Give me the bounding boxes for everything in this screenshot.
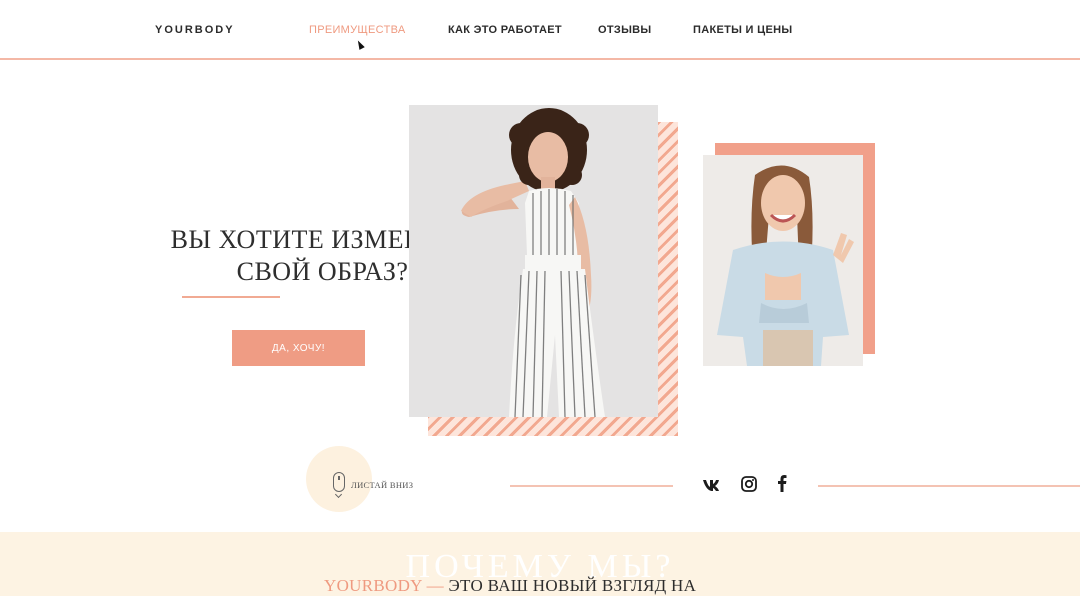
facebook-icon[interactable] — [777, 474, 787, 492]
nav-item-packages-prices[interactable]: ПАКЕТЫ И ЦЕНЫ — [693, 24, 792, 36]
decorative-line-left — [510, 485, 673, 487]
nav-item-how-it-works[interactable]: КАК ЭТО РАБОТАЕТ — [448, 24, 562, 36]
hero-divider — [182, 296, 280, 298]
brand-logo[interactable]: YOURBODY — [155, 24, 235, 36]
scroll-down-label[interactable]: ЛИСТАЙ ВНИЗ — [351, 480, 413, 490]
section-tagline-text: ЭТО ВАШ НОВЫЙ ВЗГЛЯД НА — [448, 576, 697, 595]
section-brand-text: YOURBODY — — [324, 576, 444, 595]
section-intro: YOURBODY — ЭТО ВАШ НОВЫЙ ВЗГЛЯД НА — [324, 576, 696, 596]
top-navigation-bar: YOURBODY ПРЕИМУЩЕСТВА КАК ЭТО РАБОТАЕТ О… — [0, 0, 1080, 60]
instagram-icon[interactable] — [741, 476, 757, 492]
why-us-section: ПОЧЕМУ МЫ? YOURBODY — ЭТО ВАШ НОВЫЙ ВЗГЛ… — [0, 532, 1080, 596]
nav-item-reviews[interactable]: ОТЗЫВЫ — [598, 24, 651, 36]
nav-item-advantages[interactable]: ПРЕИМУЩЕСТВА — [309, 24, 406, 36]
decorative-line-right — [818, 485, 1080, 487]
hero-photo-striped-jumpsuit — [409, 105, 658, 417]
cta-button[interactable]: ДА, ХОЧУ! — [232, 330, 365, 366]
vk-icon[interactable] — [702, 478, 720, 492]
mouse-cursor-icon — [355, 39, 365, 50]
hero-photo-smiling-woman — [703, 155, 863, 366]
mouse-scroll-icon — [333, 472, 345, 492]
